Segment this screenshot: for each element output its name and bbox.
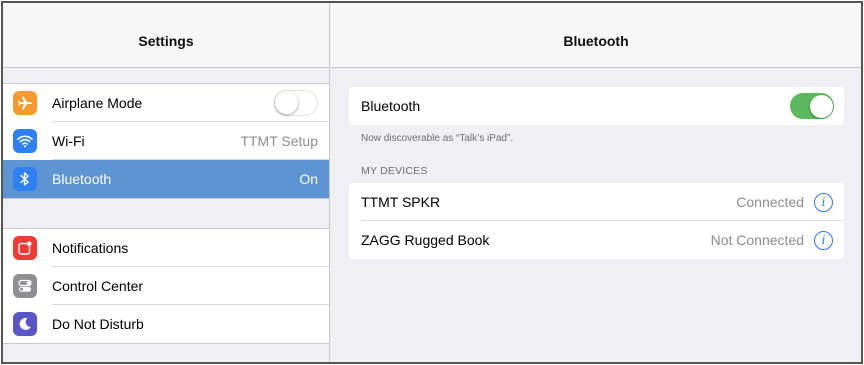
bluetooth-detail-pane: Bluetooth Bluetooth Now discoverable as … (331, 3, 861, 362)
bluetooth-navbar: Bluetooth (331, 3, 861, 68)
wifi-network-value: TTMT Setup (240, 133, 318, 149)
info-icon[interactable]: i (814, 192, 833, 212)
detail-title: Bluetooth (563, 33, 629, 49)
settings-navbar: Settings (3, 3, 329, 68)
toggle-knob (275, 91, 298, 114)
my-devices-header: MY DEVICES (361, 165, 428, 177)
info-icon[interactable]: i (814, 230, 833, 250)
bluetooth-toggle-row: Bluetooth (349, 87, 844, 125)
airplane-mode-toggle[interactable] (274, 90, 318, 116)
notifications-icon (13, 236, 37, 260)
device-name: ZAGG Rugged Book (361, 232, 490, 248)
ipad-screen: Settings Airplane Mode Wi-Fi TTMT Setup … (1, 1, 863, 364)
airplane-icon (13, 91, 37, 115)
wifi-icon (13, 129, 37, 153)
moon-icon (13, 312, 37, 336)
device-status: Not Connected (710, 232, 804, 248)
sidebar-item-do-not-disturb[interactable]: Do Not Disturb (3, 305, 329, 343)
settings-title: Settings (138, 33, 194, 49)
sidebar-item-control-center[interactable]: Control Center (3, 267, 329, 305)
sidebar-item-wifi[interactable]: Wi-Fi TTMT Setup (3, 122, 329, 160)
settings-sidebar: Settings Airplane Mode Wi-Fi TTMT Setup … (3, 3, 330, 362)
bluetooth-toggle-label: Bluetooth (361, 98, 421, 114)
device-row-zagg-rugged-book[interactable]: ZAGG Rugged Book Not Connected i (349, 221, 844, 259)
bluetooth-icon (13, 167, 37, 191)
sidebar-item-label: Do Not Disturb (52, 316, 144, 332)
sidebar-item-bluetooth[interactable]: Bluetooth On (3, 160, 329, 198)
devices-list: TTMT SPKR Connected i ZAGG Rugged Book N… (349, 183, 844, 259)
device-name: TTMT SPKR (361, 194, 441, 210)
sidebar-item-label: Notifications (52, 240, 129, 256)
toggle-knob (809, 94, 833, 118)
sidebar-item-label: Bluetooth (52, 171, 112, 187)
settings-group-notifications: Notifications Control Center Do Not Dist… (3, 228, 329, 344)
discoverable-note: Now discoverable as “Talk’s iPad”. (361, 133, 514, 144)
sidebar-item-label: Wi-Fi (52, 133, 85, 149)
settings-group-connectivity: Airplane Mode Wi-Fi TTMT Setup Bluetooth… (3, 83, 329, 199)
bluetooth-toggle-card: Bluetooth (349, 87, 844, 125)
sidebar-item-airplane-mode[interactable]: Airplane Mode (3, 84, 329, 122)
bluetooth-toggle-switch[interactable] (790, 93, 834, 119)
sidebar-item-notifications[interactable]: Notifications (3, 229, 329, 267)
control-center-icon (13, 274, 37, 298)
bluetooth-state-value: On (299, 171, 318, 187)
sidebar-item-label: Airplane Mode (52, 95, 143, 111)
sidebar-item-label: Control Center (52, 278, 144, 294)
device-row-ttmt-spkr[interactable]: TTMT SPKR Connected i (349, 183, 844, 221)
device-status: Connected (736, 194, 804, 210)
